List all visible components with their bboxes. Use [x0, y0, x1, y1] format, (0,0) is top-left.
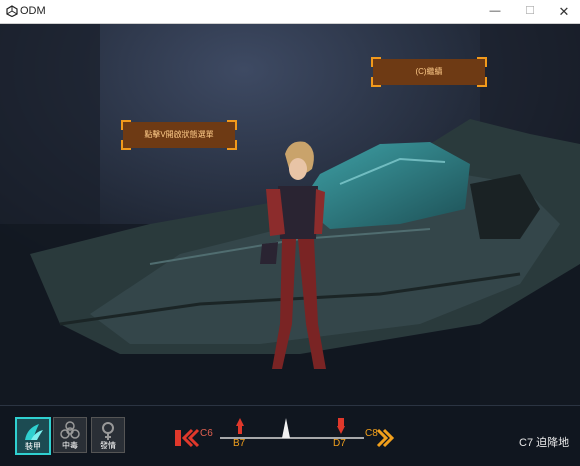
current-location: C7 迫降地 — [519, 437, 570, 449]
status-heat[interactable]: 發情 — [91, 417, 125, 453]
armor-icon — [25, 424, 43, 440]
hangar-background — [0, 24, 580, 405]
nav-node-right[interactable]: C8 — [365, 428, 378, 439]
status-heat-label: 發情 — [100, 441, 116, 450]
nav-node-b7[interactable]: B7 — [233, 438, 245, 449]
status-armor-label: 裝甲 — [25, 442, 41, 451]
window-titlebar: ODM — ☐ ✕ — [0, 0, 580, 24]
nav-node-left[interactable]: C6 — [200, 428, 213, 439]
nav-node-d7[interactable]: D7 — [333, 438, 346, 449]
status-menu-hint-label: 點擊V開啟狀態選單 — [144, 130, 214, 139]
continue-label: (C)繼續 — [415, 67, 443, 76]
biohazard-icon — [60, 421, 80, 439]
status-poison[interactable]: 中毒 — [53, 417, 87, 453]
status-armor[interactable]: 裝甲 — [15, 417, 51, 455]
status-poison-label: 中毒 — [62, 441, 78, 450]
female-icon — [102, 422, 114, 440]
close-button[interactable]: ✕ — [547, 0, 580, 23]
bottom-hud: 裝甲 中毒 發情 C6 C8 B7 D7 C7 迫降地 — [0, 405, 580, 466]
status-menu-hint-button[interactable]: 點擊V開啟狀態選單 — [121, 120, 237, 150]
unity-icon — [6, 5, 18, 17]
continue-button[interactable]: (C)繼續 — [371, 57, 487, 87]
maximize-button[interactable]: ☐ — [513, 0, 547, 23]
window-title: ODM — [20, 5, 46, 17]
minimize-button[interactable]: — — [478, 0, 512, 23]
game-scene: (C)繼續 點擊V開啟狀態選單 — [0, 24, 580, 405]
